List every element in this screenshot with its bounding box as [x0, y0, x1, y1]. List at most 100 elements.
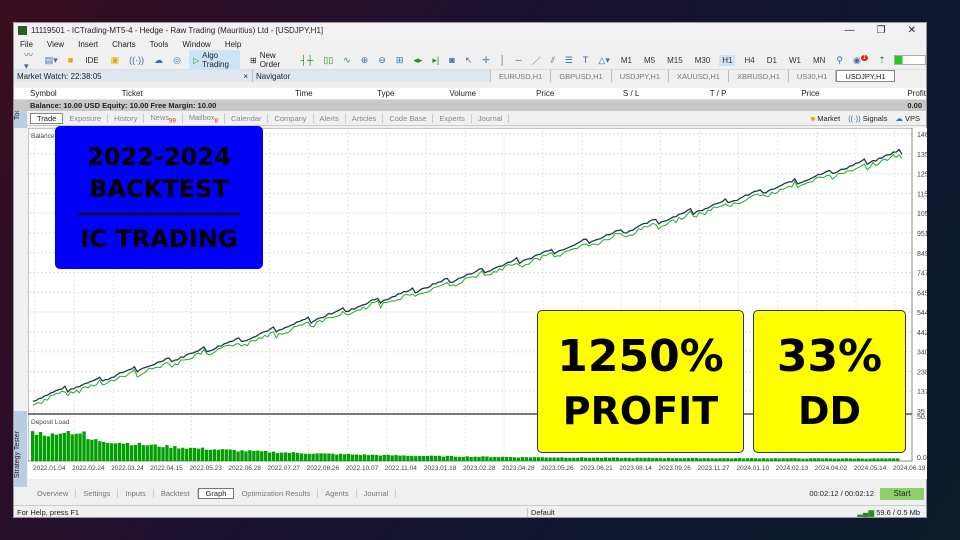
tab-mailbox[interactable]: Mailbox8 — [183, 112, 225, 125]
candle-chart-icon[interactable]: ▯▯ — [321, 55, 335, 66]
bar-chart-icon[interactable]: ┤┼ — [299, 55, 316, 65]
market-icon[interactable]: ▣ — [109, 55, 122, 66]
menu-view[interactable]: View — [47, 40, 64, 49]
vertical-line-icon[interactable]: │ — [498, 55, 508, 65]
horizontal-line-icon[interactable]: ─ — [513, 55, 523, 65]
notifications-icon[interactable]: ◉ 1 — [851, 54, 870, 66]
tab-settings[interactable]: Settings — [76, 489, 119, 498]
radar-icon[interactable]: ◎ — [171, 55, 183, 66]
menu-tools[interactable]: Tools — [150, 40, 169, 49]
chart-tab-usdjpy[interactable]: USDJPY,H1 — [612, 70, 669, 82]
col-volume[interactable]: Volume — [449, 89, 536, 98]
tab-calendar[interactable]: Calendar — [225, 114, 269, 123]
cursor-icon[interactable]: ↖ — [463, 55, 475, 66]
chart-type-icon[interactable]: 〰▾ — [22, 48, 37, 72]
grid-icon[interactable]: ⊞ — [394, 55, 406, 66]
signals-icon[interactable]: ((·)) — [127, 55, 146, 65]
timeframe-h4[interactable]: H4 — [741, 55, 757, 66]
timeframe-m30[interactable]: M30 — [692, 55, 714, 66]
tab-optimization-results[interactable]: Optimization Results — [234, 489, 319, 498]
restore-button[interactable]: ❐ — [877, 25, 886, 36]
timeframe-m1[interactable]: M1 — [618, 55, 635, 66]
tab-exposure[interactable]: Exposure — [63, 114, 109, 123]
tab-code-base[interactable]: Code Base — [383, 114, 434, 123]
tab-experts[interactable]: Experts — [433, 114, 472, 123]
tab-overview[interactable]: Overview — [30, 489, 77, 498]
deposit-load-bar — [489, 457, 493, 461]
algo-trading-button[interactable]: ▷ Algo Trading — [188, 50, 240, 70]
tab-alerts[interactable]: Alerts — [314, 114, 346, 123]
start-button[interactable]: Start — [880, 487, 924, 500]
screenshot-icon[interactable]: ◙ — [447, 55, 456, 65]
tester-time: 00:02:12 / 00:02:12 — [809, 489, 874, 498]
shapes-icon[interactable]: △▾ — [596, 55, 611, 66]
channel-icon[interactable]: ⫽ — [549, 55, 557, 66]
tab-news[interactable]: News99 — [144, 112, 183, 125]
tab-journal[interactable]: Journal — [472, 114, 510, 123]
tab-backtest[interactable]: Backtest — [154, 489, 198, 498]
timeframe-h1[interactable]: H1 — [719, 54, 736, 66]
deposit-load-bar — [236, 451, 240, 461]
deposit-load-bar — [62, 432, 66, 461]
vps-link[interactable]: ☁ VPS — [895, 114, 920, 123]
menu-charts[interactable]: Charts — [112, 40, 136, 49]
tab-agents[interactable]: Agents — [318, 489, 357, 498]
status-bar: For Help, press F1 Default ▂▄▆ 59.6 / 0.… — [14, 505, 926, 518]
timeframe-m15[interactable]: M15 — [664, 55, 686, 66]
chart-tab-eurusd[interactable]: EURUSD,H1 — [491, 70, 552, 82]
new-order-button[interactable]: ⊞ New Order — [246, 50, 293, 70]
panel-headers: Market Watch: 22:38:05 × Navigator EURUSD… — [14, 70, 926, 82]
zoom-out-icon[interactable]: ⊖ — [376, 55, 388, 66]
menu-window[interactable]: Window — [182, 40, 210, 49]
close-button[interactable]: ✕ — [908, 25, 916, 36]
timeframe-mn[interactable]: MN — [810, 55, 828, 66]
tab-tester-journal[interactable]: Journal — [357, 489, 397, 498]
shift-icon[interactable]: ▸| — [430, 55, 441, 66]
line-chart-icon[interactable]: ∿ — [341, 55, 353, 66]
col-price-current[interactable]: Price — [801, 89, 907, 98]
strategy-tester-sidebar[interactable]: Strategy Tester — [14, 411, 27, 499]
chart-tab-gbpusd[interactable]: GBPUSD,H1 — [551, 70, 612, 82]
crosshair-icon[interactable]: ✛ — [480, 55, 492, 66]
col-symbol[interactable]: Symbol — [30, 89, 122, 98]
minimize-button[interactable]: — — [845, 25, 855, 36]
chart-tab-xbrusd[interactable]: XBRUSD,H1 — [729, 70, 789, 82]
timeframe-d1[interactable]: D1 — [764, 55, 780, 66]
coin-icon[interactable]: ■ — [66, 55, 75, 65]
signals-link[interactable]: ((·)) Signals — [848, 114, 887, 123]
chart-tab-us30[interactable]: US30,H1 — [789, 70, 837, 82]
scroll-icon[interactable]: ◂▸ — [411, 55, 424, 66]
timeframe-m5[interactable]: M5 — [641, 55, 658, 66]
chart-tab-xauusd[interactable]: XAUUSD,H1 — [669, 70, 729, 82]
ide-button[interactable]: IDE — [81, 55, 102, 66]
col-price[interactable]: Price — [536, 89, 623, 98]
chart-tab-usdjpy-active[interactable]: USDJPY,H1 — [836, 70, 895, 82]
fibo-icon[interactable]: ☰ — [563, 55, 575, 66]
col-sl[interactable]: S / L — [623, 89, 710, 98]
trendline-icon[interactable]: ／ — [530, 54, 543, 67]
deposit-load-bar — [722, 458, 726, 461]
tab-trade[interactable]: Trade — [30, 113, 64, 124]
tab-inputs[interactable]: Inputs — [118, 489, 154, 498]
timeframe-w1[interactable]: W1 — [786, 55, 804, 66]
tab-company[interactable]: Company — [268, 114, 314, 123]
market-link[interactable]: ■ Market — [811, 114, 841, 123]
cloud-icon[interactable]: ☁ — [152, 55, 165, 66]
text-icon[interactable]: T — [581, 55, 591, 65]
market-watch-close-icon[interactable]: × — [243, 72, 252, 81]
col-ticket[interactable]: Ticket — [122, 89, 296, 98]
balance-text: Balance: 10.00 USD Equity: 10.00 Free Ma… — [30, 101, 217, 110]
zoom-in-icon[interactable]: ⊕ — [359, 55, 371, 66]
tab-graph[interactable]: Graph — [197, 488, 235, 499]
col-profit[interactable]: Profit — [907, 89, 926, 98]
menu-help[interactable]: Help — [225, 40, 241, 49]
deposit-load-bar — [730, 458, 734, 461]
search-icon[interactable]: ⚲ — [834, 55, 845, 66]
tab-history[interactable]: History — [108, 114, 145, 123]
col-time[interactable]: Time — [295, 89, 377, 98]
menu-insert[interactable]: Insert — [78, 40, 98, 49]
col-type[interactable]: Type — [377, 89, 449, 98]
template-icon[interactable]: ▤▾ — [43, 55, 60, 66]
tab-articles[interactable]: Articles — [346, 114, 384, 123]
col-tp[interactable]: T / P — [710, 89, 802, 98]
